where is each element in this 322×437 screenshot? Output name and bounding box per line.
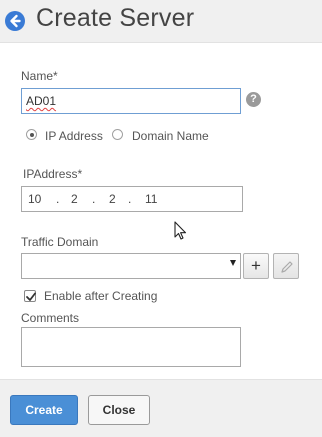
ip-dot-1: .	[56, 192, 60, 206]
name-input-value: AD01	[26, 94, 57, 108]
page-title: Create Server	[36, 4, 195, 32]
enable-after-creating-label: Enable after Creating	[44, 289, 158, 303]
ip-octet-4: 11	[145, 192, 158, 206]
ip-dot-2: .	[92, 192, 96, 206]
checkmark-icon	[26, 292, 36, 301]
comments-textarea[interactable]	[21, 327, 241, 367]
close-button[interactable]: Close	[88, 395, 150, 425]
name-input[interactable]: AD01	[21, 88, 241, 114]
comments-label: Comments	[21, 311, 80, 325]
create-button[interactable]: Create	[10, 395, 78, 425]
edit-traffic-domain-button[interactable]	[273, 253, 299, 279]
pencil-icon	[281, 261, 293, 273]
dropdown-arrow-icon	[230, 260, 236, 266]
form-panel: Name* AD01 ? IP Address Domain Name IPAd…	[0, 42, 322, 380]
ip-octet-2: 2	[71, 192, 78, 206]
help-icon[interactable]: ?	[246, 92, 261, 107]
ip-address-radio[interactable]	[26, 129, 37, 140]
enable-after-creating-checkbox[interactable]	[24, 290, 36, 302]
add-traffic-domain-button[interactable]: +	[243, 253, 269, 279]
traffic-domain-select[interactable]	[21, 253, 241, 279]
mouse-cursor-icon	[174, 221, 187, 240]
ip-dot-3: .	[128, 192, 132, 206]
page-header: Create Server	[0, 0, 322, 42]
traffic-domain-label: Traffic Domain	[21, 235, 99, 249]
domain-name-radio[interactable]	[112, 129, 123, 140]
ip-octet-3: 2	[109, 192, 116, 206]
ip-octet-1: 10	[28, 192, 42, 206]
domain-name-radio-label: Domain Name	[132, 129, 209, 143]
ip-address-input[interactable]: 10 . 2 . 2 . 11	[21, 186, 243, 212]
name-label: Name*	[21, 69, 58, 83]
ip-address-label: IPAddress*	[23, 167, 83, 181]
ip-address-radio-label: IP Address	[45, 129, 103, 143]
back-arrow-icon[interactable]	[5, 11, 25, 31]
